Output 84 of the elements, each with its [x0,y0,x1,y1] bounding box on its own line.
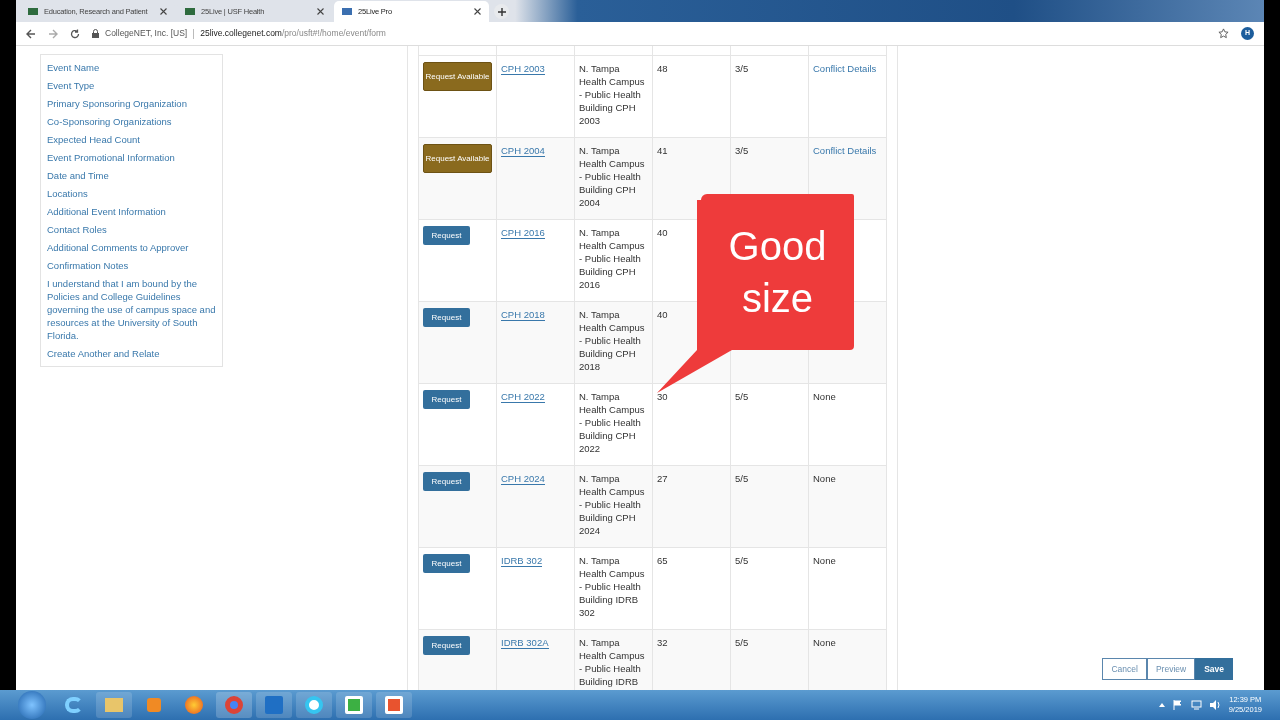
lock-icon [92,29,99,38]
request-button[interactable]: Request [423,308,470,327]
request-available-button[interactable]: Request Available [423,62,492,91]
sidebar-link[interactable]: Event Type [47,79,216,92]
form-button[interactable]: Preview [1146,658,1196,680]
sidebar-link[interactable]: Create Another and Relate [47,347,216,360]
request-button[interactable]: Request [423,226,470,245]
conflicts-text: None [813,391,836,402]
availability-text: 3/5 [735,63,749,74]
back-icon[interactable] [26,28,36,39]
close-icon[interactable] [474,8,481,15]
conflict-details-link[interactable]: Conflict Details [813,63,877,74]
flag-icon[interactable] [1172,700,1183,710]
sidebar-link[interactable]: Additional Event Information [47,205,216,218]
speaker-icon[interactable] [1209,700,1221,710]
capacity-text: 40 [657,309,668,320]
availability-text: 5/5 [735,391,749,402]
capacity-text: 41 [657,145,668,156]
conflicts-text: None [813,637,836,648]
location-text: N. Tampa Health Campus - Public Health Building IDRB [579,637,645,687]
capacity-text: 65 [657,555,668,566]
sidebar-link[interactable]: Event Promotional Information [47,151,216,164]
request-button[interactable]: Request [423,472,470,491]
address-bar[interactable]: CollegeNET, Inc. [US] 25live.collegenet.com/pro/usft#!/home/event/form [92,24,1206,43]
close-icon[interactable] [317,8,324,15]
tray-expand-icon[interactable] [1158,703,1165,707]
room-link[interactable]: CPH 2018 [501,309,545,321]
location-text: N. Tampa Health Campus - Public Health Building CPH 2024 [579,473,645,536]
availability-text: 3/5 [735,145,749,156]
conflicts-text: None [813,473,836,484]
sidebar-link[interactable]: Confirmation Notes [47,259,216,272]
availability-text: 5/5 [735,637,749,648]
close-icon[interactable] [160,8,167,15]
sidebar-link[interactable]: Additional Comments to Approver [47,241,216,254]
network-icon[interactable] [1190,700,1202,710]
room-link[interactable]: CPH 2003 [501,63,545,75]
favicon-icon [185,8,195,15]
capacity-text: 40 [657,227,668,238]
new-tab-button[interactable] [494,4,509,19]
location-text: N. Tampa Health Campus - Public Health Building CPH 2004 [579,145,645,208]
room-link[interactable]: CPH 2024 [501,473,545,485]
location-text: N. Tampa Health Campus - Public Health Building CPH 2018 [579,309,645,372]
room-link[interactable]: CPH 2022 [501,391,545,403]
request-button[interactable]: Request [423,636,470,655]
capacity-text: 30 [657,391,668,402]
favicon-icon [342,8,352,15]
sidebar-link[interactable]: Expected Head Count [47,133,216,146]
sidebar-link[interactable]: Locations [47,187,216,200]
room-link[interactable]: CPH 2016 [501,227,545,239]
availability-text: 5/5 [735,555,749,566]
request-button[interactable]: Request [423,390,470,409]
star-icon[interactable] [1218,28,1229,39]
room-link[interactable]: IDRB 302A [501,637,549,649]
site-identity: CollegeNET, Inc. [US] [105,27,188,40]
conflicts-text: None [813,555,836,566]
favicon-icon [28,8,38,15]
sidebar-link[interactable]: Primary Sponsoring Organization [47,97,216,110]
request-button[interactable]: Request [423,554,470,573]
callout-text: Good size [727,223,828,322]
location-text: N. Tampa Health Campus - Public Health Building IDRB 302 [579,555,645,618]
room-link[interactable]: IDRB 302 [501,555,543,567]
sidebar-link[interactable]: I understand that I am bound by the Policies and College Guidelines governing the use of campus space and resources at the University of South Florida. [47,277,216,342]
reload-icon[interactable] [70,28,80,39]
capacity-text: 27 [657,473,668,484]
availability-text: 5/5 [735,473,749,484]
location-text: N. Tampa Health Campus - Public Health Building CPH 2022 [579,391,645,454]
sidebar-link[interactable]: Event Name [47,61,216,74]
form-button[interactable]: Cancel [1102,658,1147,680]
location-text: N. Tampa Health Campus - Public Health Building CPH 2003 [579,63,645,126]
request-available-button[interactable]: Request Available [423,144,492,173]
start-button[interactable] [18,691,46,719]
sidebar-link[interactable]: Contact Roles [47,223,216,236]
room-link[interactable]: CPH 2004 [501,145,545,157]
folder-icon[interactable] [96,692,132,718]
sidebar-link[interactable]: Date and Time [47,169,216,182]
plus-icon [497,7,506,16]
conflict-details-link[interactable]: Conflict Details [813,145,877,156]
location-text: N. Tampa Health Campus - Public Health Building CPH 2016 [579,227,645,290]
url-text: 25live.collegenet.com/pro/usft#!/home/event/form [200,27,386,40]
capacity-text: 32 [657,637,668,648]
sidebar-link[interactable]: Co-Sponsoring Organizations [47,115,216,128]
capacity-text: 48 [657,63,668,74]
save-button[interactable]: Save [1195,658,1233,680]
forward-icon[interactable] [48,28,58,39]
